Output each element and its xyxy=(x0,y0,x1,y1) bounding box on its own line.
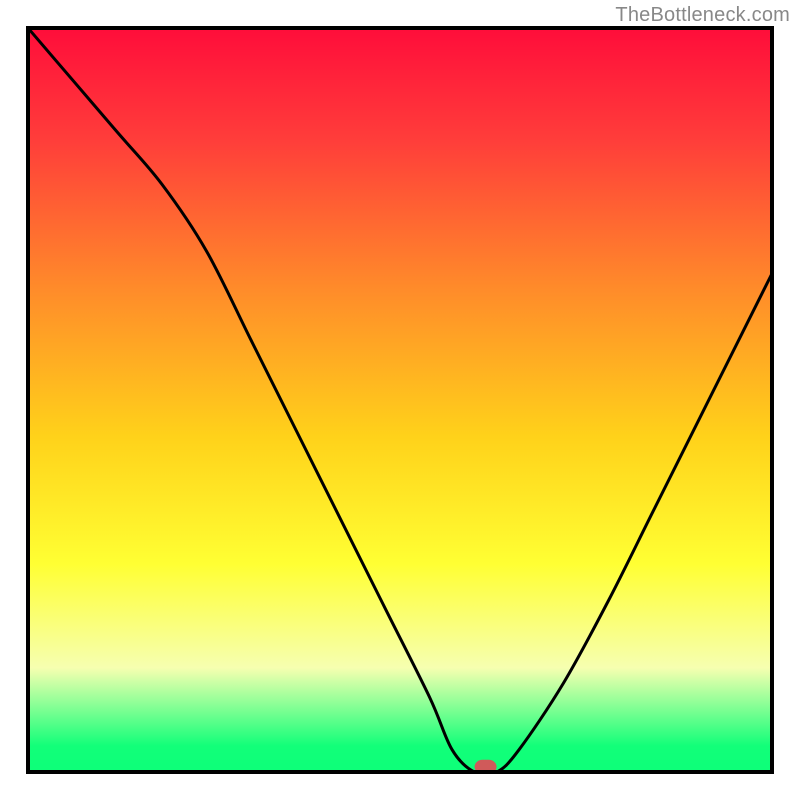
chart-root: TheBottleneck.com xyxy=(0,0,800,800)
plot-background xyxy=(28,28,772,772)
bottleneck-chart-svg xyxy=(0,0,800,800)
watermark-text: TheBottleneck.com xyxy=(615,4,790,27)
